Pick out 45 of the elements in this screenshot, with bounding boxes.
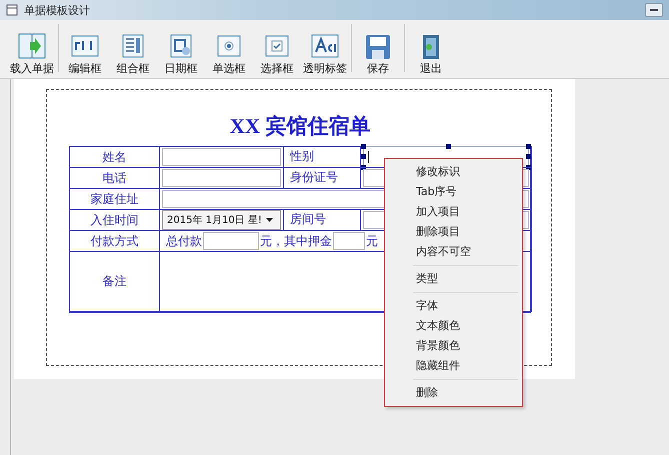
row-label: 电话 [102, 170, 126, 186]
menu-item[interactable]: 字体 [385, 296, 522, 316]
toolbar-button[interactable]: 透明标签 [303, 33, 347, 76]
date-picker[interactable]: 2015年 1月10日 星! [162, 210, 281, 230]
menu-item[interactable]: Tab序号 [385, 182, 522, 202]
toolbar-button[interactable]: 保存 [356, 33, 400, 76]
window-title: 单据模板设计 [24, 2, 90, 18]
toolbar-button[interactable]: 退出 [409, 33, 453, 76]
menu-item[interactable]: 类型 [385, 269, 522, 289]
input-field[interactable] [203, 232, 259, 250]
toolbar-button[interactable]: 日期框 [159, 33, 203, 76]
label-icon [311, 33, 339, 60]
menu-item[interactable]: 背景颜色 [385, 336, 522, 356]
menu-item[interactable]: 加入项目 [385, 202, 522, 222]
field-label: 性别 [290, 148, 314, 165]
row-label: 家庭住址 [90, 190, 138, 208]
toolbar-button[interactable]: 载入单据 [10, 33, 54, 76]
toolbar-button[interactable]: 单选框 [207, 33, 251, 76]
input-field[interactable] [333, 232, 365, 250]
toolbar-button[interactable]: 选择框 [255, 33, 299, 76]
row-label: 姓名 [102, 148, 126, 166]
menu-item[interactable]: 删除项目 [385, 222, 522, 242]
minimize-button[interactable] [645, 3, 663, 17]
form-title: XX 宾馆住宿单 [228, 113, 372, 140]
save-icon [364, 33, 392, 60]
menu-item[interactable]: 删除 [385, 383, 522, 403]
menu-item[interactable]: 文本颜色 [385, 316, 522, 336]
field-label: 房间号 [290, 211, 326, 228]
toolbar-button[interactable]: 组合框 [111, 33, 155, 76]
load-icon [18, 33, 46, 60]
input-field[interactable] [162, 169, 281, 187]
toolbar-button[interactable]: 编辑框 [63, 33, 107, 76]
app-icon [6, 4, 18, 16]
row-label: 入住时间 [90, 212, 138, 228]
row-label: 付款方式 [90, 232, 138, 250]
menu-item[interactable]: 隐藏组件 [385, 356, 522, 376]
row-label: 备注 [102, 273, 126, 290]
menu-item[interactable]: 内容不可空 [385, 242, 522, 262]
dropdown-arrow-icon [266, 218, 273, 222]
field-label: 元，其中押金 [260, 232, 332, 250]
menu-item[interactable]: 修改标识 [385, 162, 522, 182]
field-label: 身份证号 [290, 169, 338, 186]
field-label: 元 [366, 232, 378, 250]
input-field[interactable] [162, 148, 281, 166]
field-label: 总付款 [166, 232, 202, 250]
